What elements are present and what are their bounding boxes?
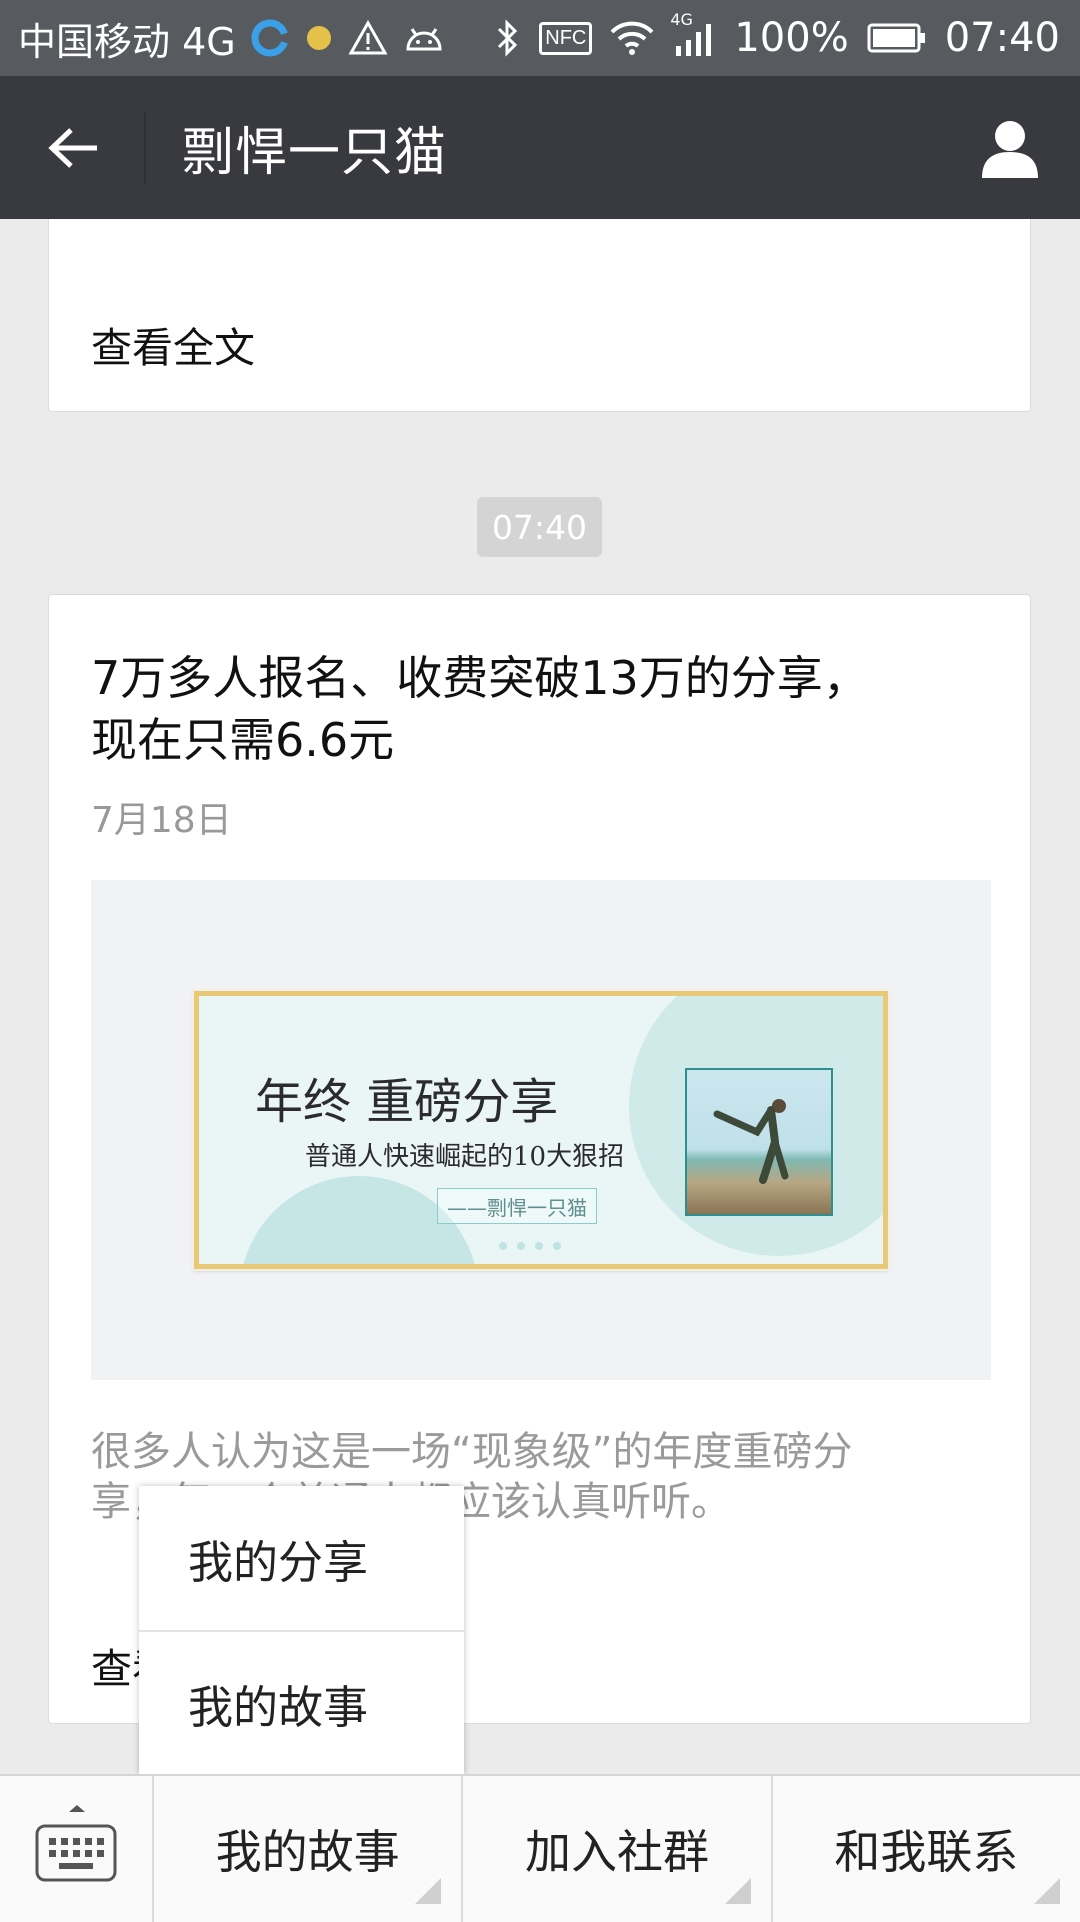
banner-subheadline: 普通人快速崛起的10大狠招 <box>305 1142 625 1172</box>
submenu-indicator-icon <box>415 1878 442 1904</box>
kicking-person-icon <box>713 1099 789 1184</box>
menu-label: 和我联系 <box>834 1825 1019 1879</box>
read-full-link[interactable]: 查看全文 <box>91 314 255 374</box>
notification-dot-icon <box>304 23 334 53</box>
menu-join-community[interactable]: 加入社群 <box>463 1776 773 1922</box>
carrier-label: 中国移动 4G <box>18 19 236 64</box>
menu-contact-me[interactable]: 和我联系 <box>773 1776 1080 1922</box>
article-cover-image[interactable]: 年终 重磅分享 普通人快速崛起的10大狠招 ——剽悍一只猫 <box>91 880 991 1380</box>
back-arrow-icon <box>48 127 97 168</box>
keyboard-icon <box>35 1805 117 1882</box>
browser-icon <box>250 18 290 58</box>
warning-icon <box>348 20 388 56</box>
battery-percent: 100% <box>734 15 849 61</box>
submenu-indicator-icon <box>1033 1878 1060 1904</box>
status-bar: 中国移动 4G NFC 4G 100% 07:40 <box>0 0 1080 76</box>
submenu-item-my-share[interactable]: 我的分享 <box>139 1486 464 1630</box>
bottom-menu-bar: 我的故事 加入社群 和我联系 <box>0 1774 1080 1922</box>
page-title: 剽悍一只猫 <box>182 123 448 183</box>
article-card-previous[interactable]: 查看全文 <box>48 219 1031 412</box>
keyboard-toggle-button[interactable] <box>0 1776 154 1922</box>
menu-label: 我的故事 <box>215 1825 400 1879</box>
article-title[interactable]: 7万多人报名、收费突破13万的分享，现在只需6.6元 <box>91 647 891 771</box>
message-timestamp: 07:40 <box>477 497 602 557</box>
submenu-item-my-story[interactable]: 我的故事 <box>139 1630 464 1774</box>
banner-tag: ——剽悍一只猫 <box>437 1188 597 1224</box>
nfc-icon: NFC <box>539 21 593 55</box>
signal-4g-label: 4G <box>670 10 693 29</box>
android-icon <box>402 23 446 53</box>
profile-button[interactable] <box>970 108 1050 188</box>
cover-banner: 年终 重磅分享 普通人快速崛起的10大狠招 ——剽悍一只猫 <box>192 989 890 1271</box>
menu-my-story[interactable]: 我的故事 <box>154 1776 464 1922</box>
status-time: 07:40 <box>944 15 1060 61</box>
submenu-indicator-icon <box>724 1878 751 1904</box>
signal-4g-icon: 4G <box>670 10 716 58</box>
banner-dots <box>499 1242 561 1250</box>
kick-photo <box>685 1068 833 1216</box>
menu-label: 加入社群 <box>524 1825 709 1879</box>
article-date: 7月18日 <box>91 800 232 841</box>
wifi-icon <box>610 20 654 56</box>
person-icon <box>982 120 1038 178</box>
banner-headline: 年终 重磅分享 <box>255 1074 559 1130</box>
back-button[interactable] <box>0 76 146 219</box>
submenu-popup: 我的分享 我的故事 <box>139 1486 464 1774</box>
battery-icon <box>867 22 927 54</box>
bluetooth-icon <box>495 18 521 58</box>
title-bar: 剽悍一只猫 <box>0 76 1080 219</box>
